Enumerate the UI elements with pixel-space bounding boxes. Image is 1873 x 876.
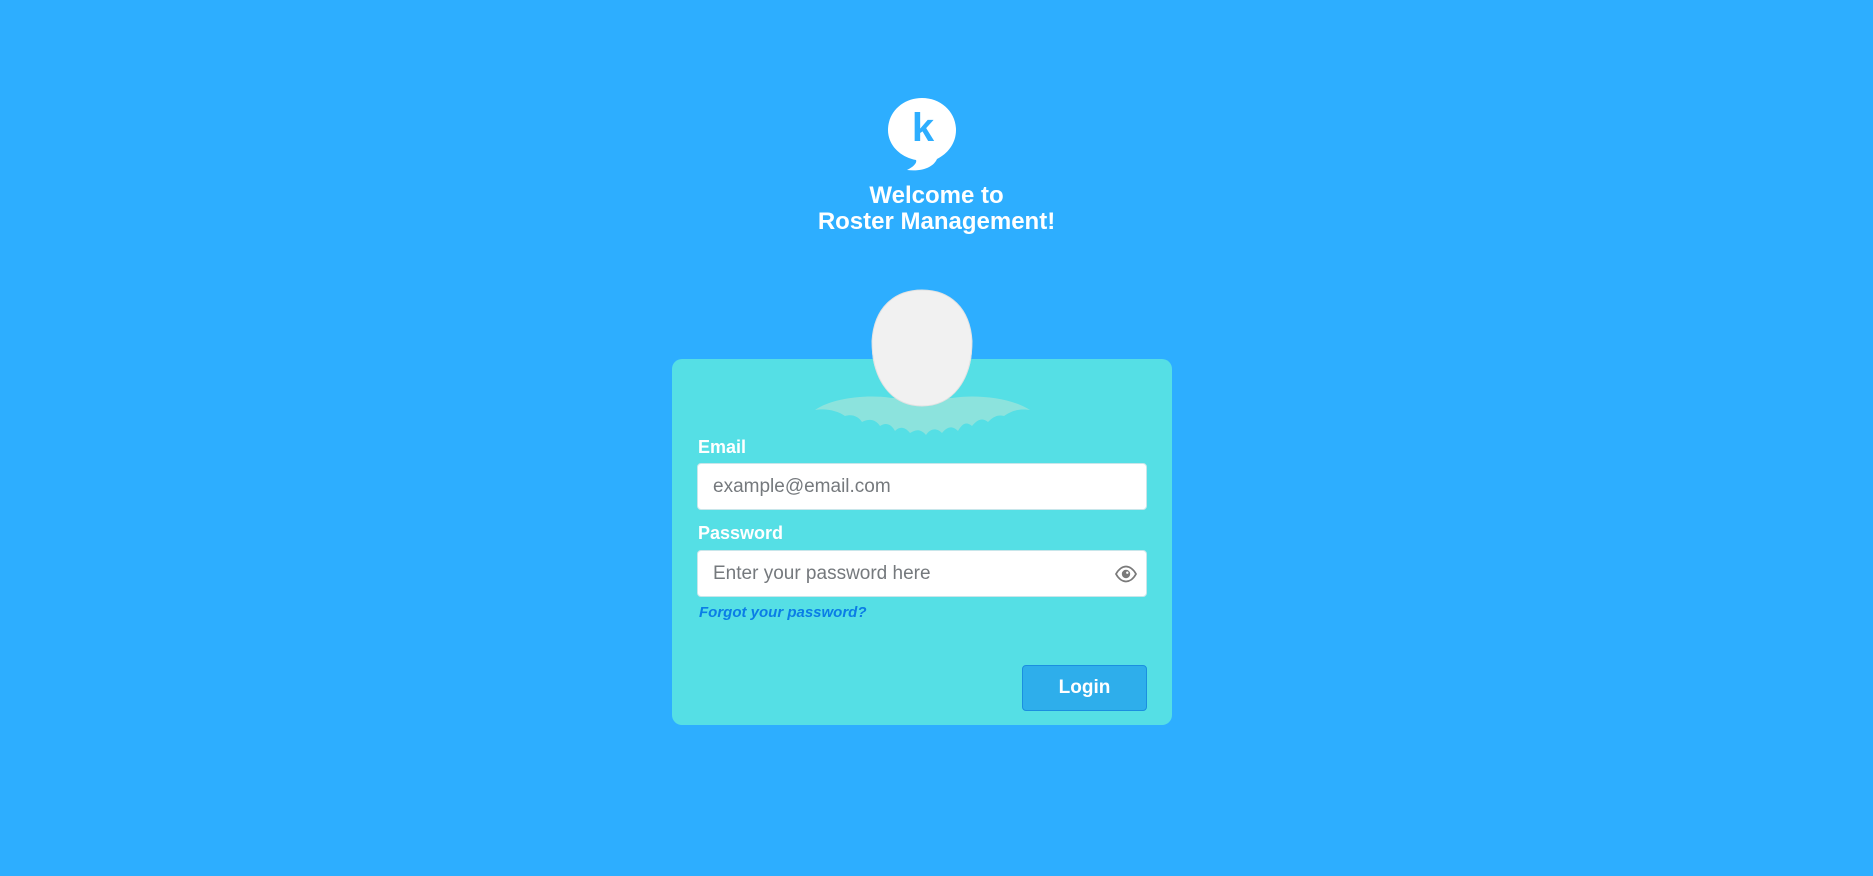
email-label: Email — [698, 437, 747, 457]
password-field-wrapper — [697, 550, 1147, 597]
egg-nest-illustration — [815, 289, 1030, 435]
email-field-wrapper — [697, 463, 1147, 510]
forgot-password-link[interactable]: Forgot your password? — [699, 604, 867, 621]
app-logo-icon: k — [888, 98, 956, 171]
title-line-2: Roster Management! — [817, 208, 1056, 235]
page-title: Welcome to Roster Management! — [0, 183, 1873, 235]
title-line-1: Welcome to — [869, 182, 1004, 209]
password-label: Password — [698, 523, 784, 543]
password-input[interactable] — [698, 551, 1146, 596]
login-button[interactable]: Login — [1022, 665, 1147, 711]
login-page: k Welcome to Roster Management! Email Pa… — [0, 0, 1873, 876]
eye-icon[interactable] — [1115, 565, 1137, 583]
logo-letter: k — [912, 106, 935, 150]
email-input[interactable] — [698, 464, 1146, 509]
